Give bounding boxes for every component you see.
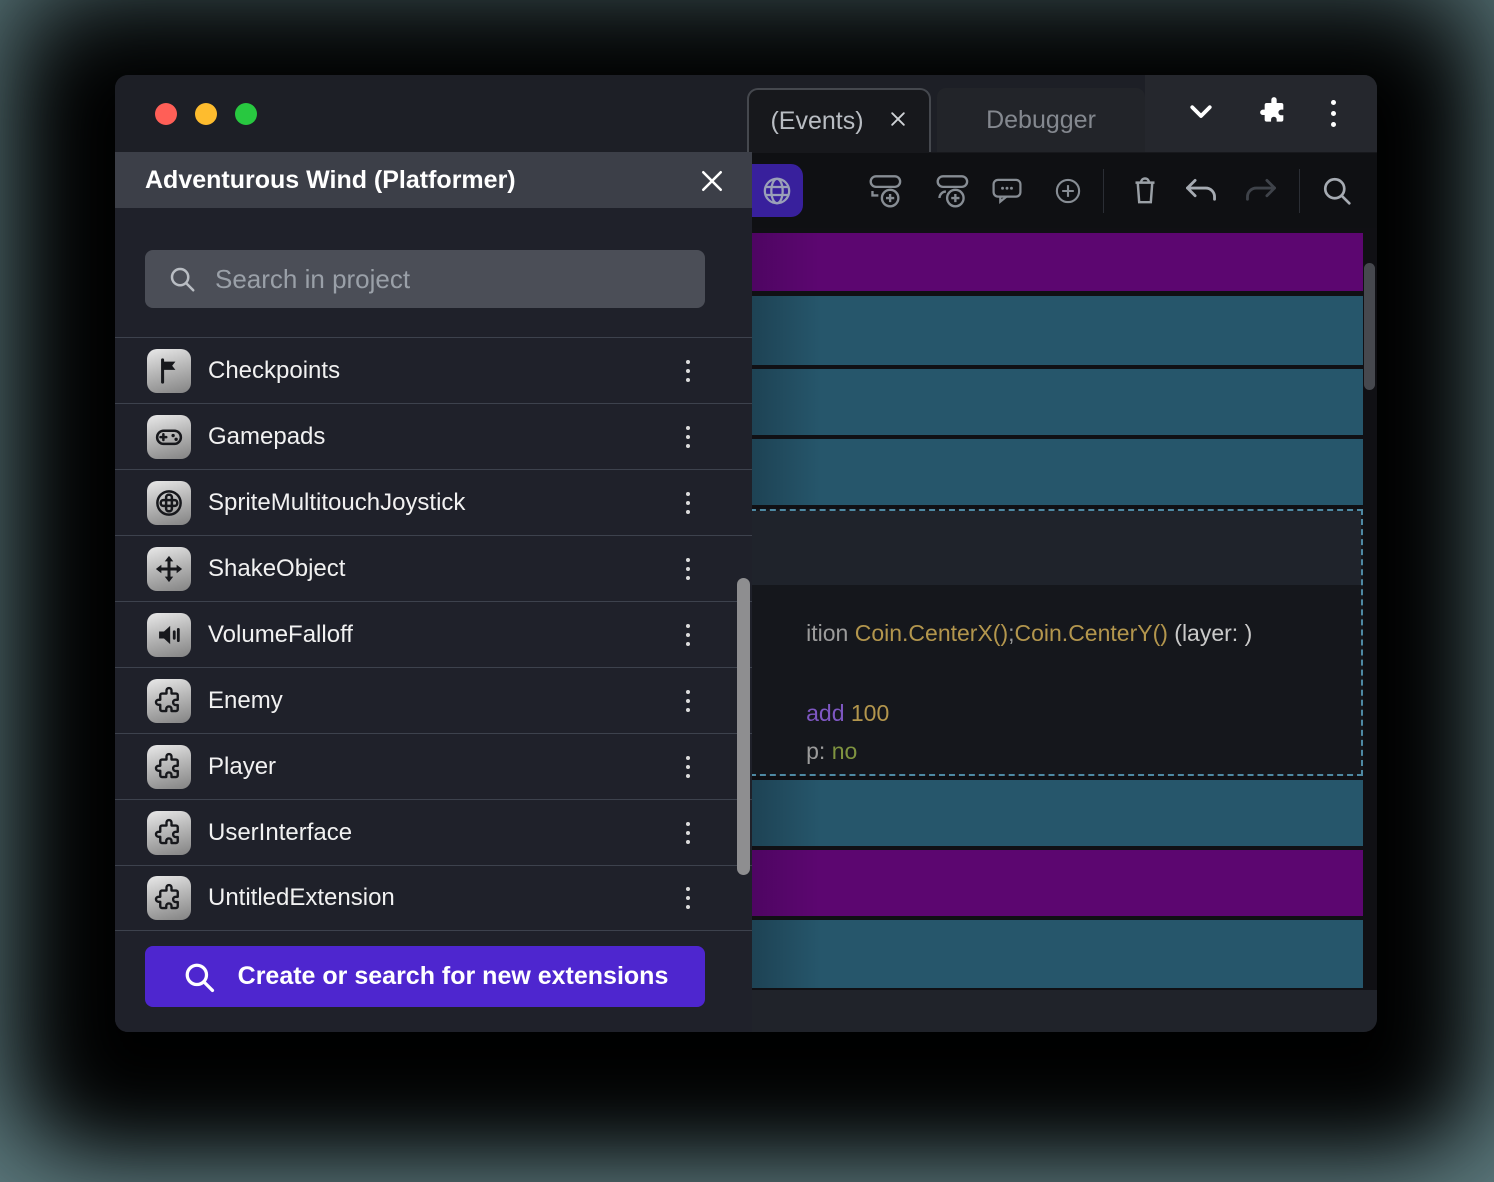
- redo-button[interactable]: [1239, 169, 1283, 213]
- chevron-down-icon[interactable]: [1186, 96, 1216, 131]
- tab-debugger[interactable]: Debugger: [937, 88, 1145, 152]
- item-menu-button[interactable]: [686, 360, 690, 382]
- search-icon: [182, 960, 216, 994]
- item-menu-button[interactable]: [686, 690, 690, 712]
- list-item-volumefalloff[interactable]: VolumeFalloff: [115, 601, 752, 667]
- search-events-button[interactable]: [1315, 169, 1359, 213]
- puzzle-icon: [147, 876, 191, 920]
- selected-event-row[interactable]: ition Coin.CenterX();Coin.CenterY() (lay…: [740, 509, 1363, 776]
- action-text-fragment: p:: [806, 738, 832, 764]
- titlebar-right-cluster: [1145, 75, 1377, 152]
- expression-coin-centery: Coin.CenterY(): [1015, 620, 1168, 646]
- zoom-window-button[interactable]: [235, 103, 257, 125]
- action-text-fragment: (layer: ): [1168, 620, 1252, 646]
- add-comment-button[interactable]: [985, 169, 1029, 213]
- action-text-fragment: ition: [806, 620, 855, 646]
- flag-icon: [147, 349, 191, 393]
- list-item-label: Player: [208, 753, 276, 781]
- expression-coin-centerx: Coin.CenterX(): [855, 620, 1008, 646]
- comment-icon: [988, 172, 1026, 210]
- move-arrows-icon: [147, 547, 191, 591]
- undo-icon: [1181, 171, 1221, 211]
- minimize-window-button[interactable]: [195, 103, 217, 125]
- list-item-label: SpriteMultitouchJoystick: [208, 489, 465, 517]
- project-title: Adventurous Wind (Platformer): [145, 166, 516, 195]
- list-item-label: UserInterface: [208, 819, 352, 847]
- item-menu-button[interactable]: [686, 426, 690, 448]
- project-panel: Adventurous Wind (Platformer) Checkpoint…: [115, 152, 752, 1032]
- item-menu-button[interactable]: [686, 624, 690, 646]
- event-row[interactable]: [740, 439, 1363, 505]
- add-event-button[interactable]: [864, 169, 908, 213]
- list-item-label: UntitledExtension: [208, 884, 395, 912]
- item-menu-button[interactable]: [686, 558, 690, 580]
- undo-button[interactable]: [1179, 169, 1223, 213]
- panel-scrollbar[interactable]: [737, 578, 750, 875]
- plus-circle-icon: [1050, 173, 1086, 209]
- list-item-checkpoints[interactable]: Checkpoints: [115, 337, 752, 403]
- add-event-icon: [866, 171, 906, 211]
- window-titlebar: (Events) Debugger: [115, 75, 1377, 152]
- list-item-enemy[interactable]: Enemy: [115, 667, 752, 733]
- action-line-position[interactable]: ition Coin.CenterX();Coin.CenterY() (lay…: [755, 593, 1252, 674]
- create-or-search-extensions-button[interactable]: Create or search for new extensions: [145, 946, 705, 1007]
- search-icon: [1318, 172, 1356, 210]
- project-panel-titlebar: Adventurous Wind (Platformer): [115, 152, 752, 208]
- add-sub-event-button[interactable]: [931, 169, 975, 213]
- tab-events-label: (Events): [770, 107, 863, 136]
- delete-button[interactable]: [1123, 169, 1167, 213]
- event-row[interactable]: [740, 780, 1363, 846]
- list-item-label: ShakeObject: [208, 555, 345, 583]
- list-item-gamepads[interactable]: Gamepads: [115, 403, 752, 469]
- item-menu-button[interactable]: [686, 887, 690, 909]
- joystick-icon: [147, 481, 191, 525]
- item-menu-button[interactable]: [686, 756, 690, 778]
- tab-events[interactable]: (Events): [747, 88, 931, 152]
- tab-debugger-label: Debugger: [986, 106, 1096, 135]
- item-menu-button[interactable]: [686, 822, 690, 844]
- list-item-userinterface[interactable]: UserInterface: [115, 799, 752, 865]
- app-window: (Events) Debugger: [115, 75, 1377, 1032]
- search-input[interactable]: [215, 264, 705, 295]
- close-panel-button[interactable]: [696, 165, 728, 197]
- list-item-label: Gamepads: [208, 423, 325, 451]
- close-icon: [698, 167, 726, 195]
- extensions-puzzle-icon[interactable]: [1258, 95, 1290, 132]
- item-menu-button[interactable]: [686, 492, 690, 514]
- event-row[interactable]: [740, 920, 1363, 988]
- trash-icon: [1126, 172, 1164, 210]
- puzzle-icon: [147, 745, 191, 789]
- cta-label: Create or search for new extensions: [238, 962, 669, 991]
- close-window-button[interactable]: [155, 103, 177, 125]
- puzzle-icon: [147, 811, 191, 855]
- close-tab-icon[interactable]: [888, 107, 908, 136]
- gamepad-icon: [147, 415, 191, 459]
- event-row[interactable]: [740, 850, 1363, 916]
- add-sub-event-icon: [933, 171, 973, 211]
- list-item-untitledextension[interactable]: UntitledExtension: [115, 865, 752, 931]
- globe-icon: [760, 174, 794, 208]
- add-circle-button[interactable]: [1046, 169, 1090, 213]
- project-search-box[interactable]: [145, 250, 705, 308]
- redo-icon: [1241, 171, 1281, 211]
- puzzle-icon: [147, 679, 191, 723]
- list-item-label: Checkpoints: [208, 357, 340, 385]
- extensions-list: Checkpoints Gamepads: [115, 337, 752, 931]
- events-scrollbar[interactable]: [1364, 263, 1375, 390]
- list-item-label: Enemy: [208, 687, 283, 715]
- event-row[interactable]: [740, 233, 1363, 291]
- speaker-icon: [147, 613, 191, 657]
- selected-event-condition-area[interactable]: [742, 511, 1361, 585]
- event-row[interactable]: [740, 296, 1363, 365]
- event-row[interactable]: [740, 369, 1363, 435]
- toolbar-divider: [1299, 169, 1300, 213]
- search-icon: [167, 264, 197, 294]
- list-item-player[interactable]: Player: [115, 733, 752, 799]
- action-value-no: no: [832, 738, 858, 764]
- list-item-sprite-multitouch-joystick[interactable]: SpriteMultitouchJoystick: [115, 469, 752, 535]
- list-item-label: VolumeFalloff: [208, 621, 353, 649]
- list-item-shakeobject[interactable]: ShakeObject: [115, 535, 752, 601]
- more-options-icon[interactable]: [1331, 100, 1336, 127]
- toolbar-divider: [1103, 169, 1104, 213]
